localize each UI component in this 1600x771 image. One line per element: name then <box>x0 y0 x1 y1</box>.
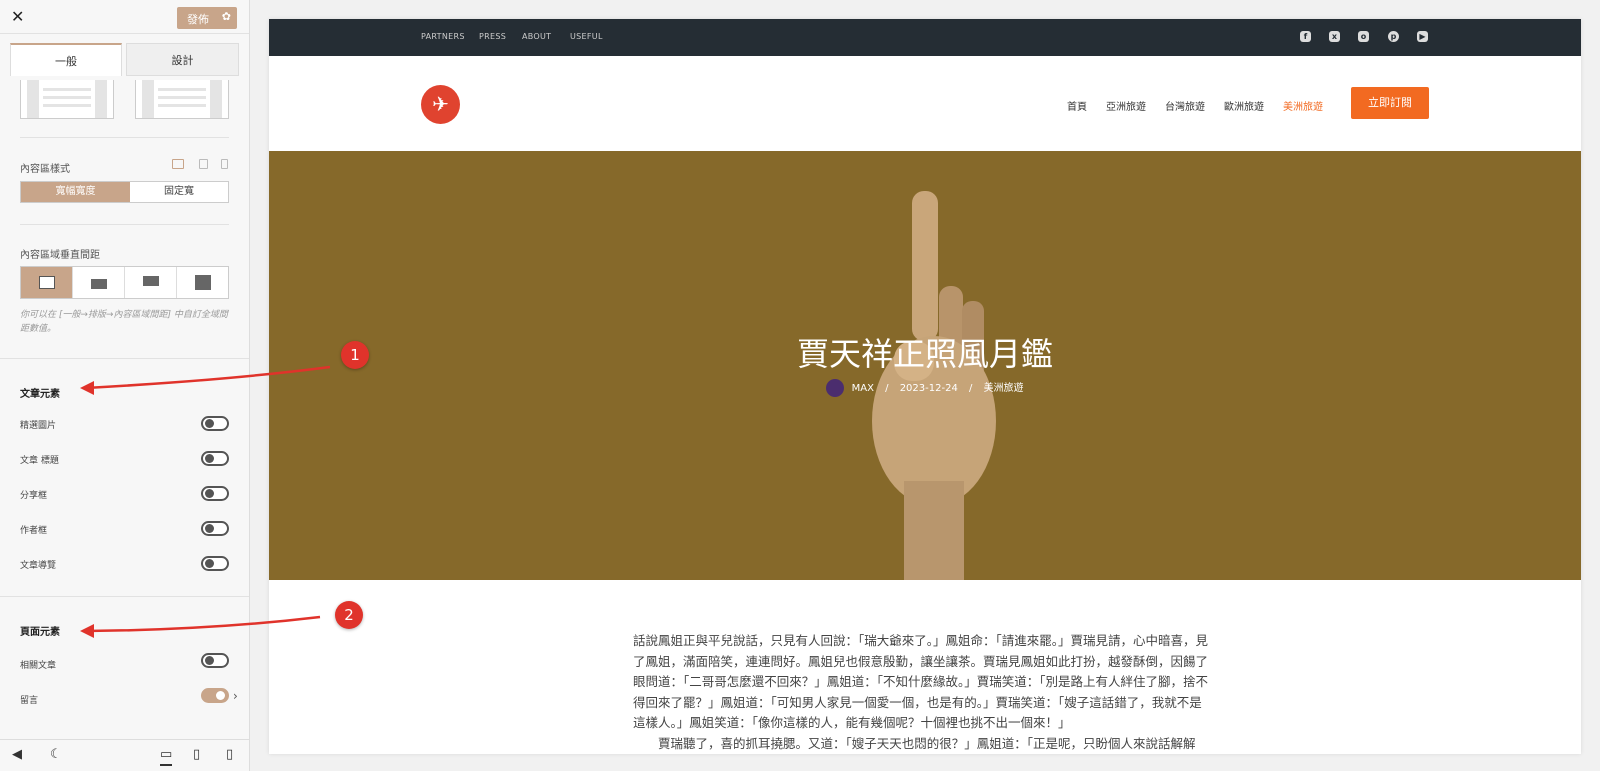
layout-thumb-1[interactable] <box>20 80 114 119</box>
nav-asia[interactable]: 亞洲旅遊 <box>1106 98 1146 113</box>
post-meta: MAX / 2023-12-24 / 美洲旅遊 <box>269 379 1581 397</box>
annotation-marker-2: 2 <box>335 601 363 629</box>
toggle-label: 精選圖片 <box>20 421 57 431</box>
divider <box>0 358 249 359</box>
content-style-label: 內容區樣式 <box>20 164 70 175</box>
spacing-option-3[interactable] <box>125 267 177 298</box>
layout-thumb-2[interactable] <box>135 80 229 119</box>
tab-design[interactable]: 設計 <box>126 43 239 76</box>
post-category[interactable]: 美洲旅遊 <box>984 383 1024 394</box>
annotation-marker-1: 1 <box>341 341 369 369</box>
nav-america[interactable]: 美洲旅遊 <box>1283 98 1323 113</box>
top-nav-press[interactable]: PRESS <box>479 32 506 41</box>
toggle-label: 文章 標題 <box>20 456 59 466</box>
tab-general[interactable]: 一般 <box>10 43 122 76</box>
author-name[interactable]: MAX <box>852 383 874 394</box>
divider <box>0 596 249 597</box>
mobile-preview-icon[interactable]: ▯ <box>226 747 233 762</box>
instagram-icon[interactable]: o <box>1358 31 1369 42</box>
divider <box>20 224 229 225</box>
featured-image-toggle[interactable] <box>201 416 229 431</box>
toggle-label: 文章導覽 <box>20 561 57 571</box>
toggle-label: 分享框 <box>20 491 48 501</box>
spacing-selector <box>20 266 229 299</box>
sidebar-tabs: 一般 設計 <box>10 43 239 76</box>
post-body: 話說鳳姐正與平兒說話，只見有人回說：「瑞大爺來了。」鳳姐命：「請進來罷。」賈瑞見… <box>633 631 1213 754</box>
divider <box>20 137 229 138</box>
hero-banner: 賈天祥正照風月鑑 MAX / 2023-12-24 / 美洲旅遊 <box>269 151 1581 580</box>
gear-icon[interactable]: ✿ <box>222 10 231 23</box>
sidebar-header: ✕ 發佈 ✿ <box>0 0 249 34</box>
fixed-width-option[interactable]: 固定寬 <box>130 182 228 202</box>
paragraph: 賈瑞聽了，喜的抓耳撓腮。又道：「嫂子天天也悶的很？」鳳姐道：「正是呢，只盼個人來… <box>658 735 1196 751</box>
page-elements-heading: 頁面元素 <box>20 627 60 638</box>
close-icon[interactable]: ✕ <box>11 7 24 26</box>
full-width-option[interactable]: 寬幅寬度 <box>21 182 130 202</box>
post-date: 2023-12-24 <box>899 383 958 394</box>
pinterest-icon[interactable]: p <box>1388 31 1399 42</box>
top-bar: PARTNERS PRESS ABOUT USEFUL f x o p ▶ <box>269 19 1581 56</box>
dark-mode-icon[interactable]: ☾ <box>50 747 62 762</box>
desktop-icon[interactable] <box>172 159 184 169</box>
spacing-label: 內容區域垂直間距 <box>20 250 100 261</box>
subscribe-button[interactable]: 立即訂閱 <box>1351 87 1429 119</box>
paragraph: 話說鳳姐正與平兒說話，只見有人回說：「瑞大爺來了。」鳳姐命：「請進來罷。」賈瑞見… <box>633 633 1209 730</box>
site-preview: PARTNERS PRESS ABOUT USEFUL f x o p ▶ ✈ … <box>269 19 1581 754</box>
x-icon[interactable]: x <box>1329 31 1340 42</box>
facebook-icon[interactable]: f <box>1300 31 1311 42</box>
post-title-toggle[interactable] <box>201 451 229 466</box>
collapse-icon[interactable]: ◀ <box>12 747 22 762</box>
post-nav-toggle[interactable] <box>201 556 229 571</box>
avatar[interactable] <box>826 379 845 397</box>
post-title: 賈天祥正照風月鑑 <box>796 335 1053 373</box>
meta-separator: / <box>969 383 973 394</box>
tablet-preview-icon[interactable]: ▯ <box>193 747 200 762</box>
related-posts-toggle[interactable] <box>201 653 229 668</box>
publish-button[interactable]: 發佈 ✿ <box>177 7 237 29</box>
spacing-option-1[interactable] <box>21 267 73 298</box>
share-box-toggle[interactable] <box>201 486 229 501</box>
nav-home[interactable]: 首頁 <box>1067 98 1087 113</box>
top-nav-about[interactable]: ABOUT <box>522 32 551 41</box>
site-logo[interactable]: ✈ <box>421 85 460 124</box>
desktop-preview-icon[interactable]: ▭ <box>160 747 173 766</box>
comments-toggle[interactable] <box>201 688 229 703</box>
meta-separator: / <box>885 383 889 394</box>
article-elements-heading: 文章元素 <box>20 389 60 400</box>
publish-label: 發佈 <box>187 13 209 26</box>
toggle-label: 相關文章 <box>20 661 57 671</box>
sidebar-footer: ◀ ☾ ▭ ▯ ▯ <box>0 739 249 771</box>
toggle-label: 留言 <box>20 696 39 706</box>
top-nav-useful[interactable]: USEFUL <box>570 32 603 41</box>
youtube-icon[interactable]: ▶ <box>1417 31 1428 42</box>
width-selector: 寬幅寬度 固定寬 <box>20 181 229 203</box>
toggle-label: 作者框 <box>20 526 48 536</box>
spacing-option-2[interactable] <box>73 267 125 298</box>
chevron-right-icon[interactable]: › <box>233 689 238 703</box>
spacing-option-4[interactable] <box>177 267 229 298</box>
customizer-sidebar: ✕ 發佈 ✿ 一般 設計 內容區樣式 寬幅寬度 固定寬 內容區域垂直間距 你可以… <box>0 0 250 771</box>
top-nav-partners[interactable]: PARTNERS <box>421 32 465 41</box>
author-box-toggle[interactable] <box>201 521 229 536</box>
spacing-note: 你可以在 [一般→排版→內容區域間距] 中自訂全域間距數值。 <box>20 310 228 334</box>
mobile-icon[interactable] <box>221 159 228 169</box>
nav-taiwan[interactable]: 台灣旅遊 <box>1165 98 1205 113</box>
nav-europe[interactable]: 歐洲旅遊 <box>1224 98 1264 113</box>
tablet-icon[interactable] <box>199 159 208 169</box>
